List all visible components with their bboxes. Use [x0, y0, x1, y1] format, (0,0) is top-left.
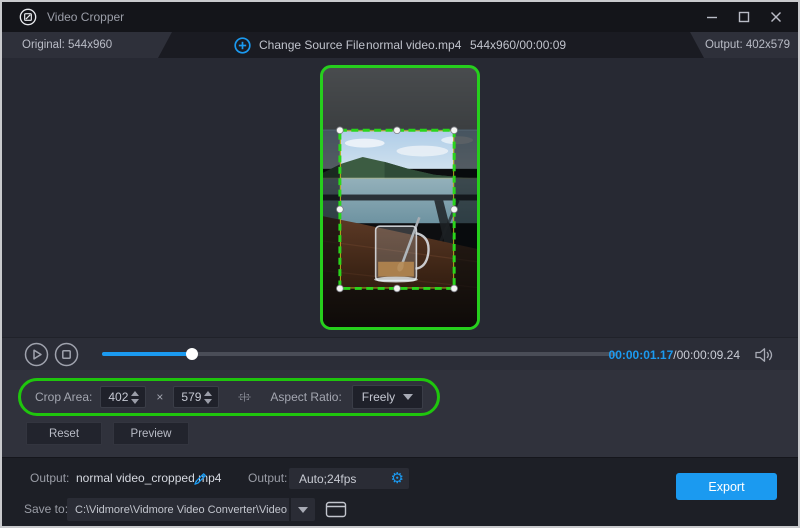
change-source-label: Change Source File: [259, 38, 366, 52]
multiply-sign: ×: [156, 390, 164, 404]
crop-height-stepper[interactable]: [204, 390, 218, 404]
total-duration: 00:00:09.24: [676, 347, 740, 362]
output-bar: Output: normal video_cropped.mp4 Output:…: [2, 457, 798, 526]
aspect-ratio-value: Freely: [361, 390, 396, 404]
app-logo-icon: [19, 8, 37, 26]
aspect-ratio-dropdown[interactable]: Freely: [351, 385, 423, 409]
crop-controls-section: Crop Area: ×: [2, 370, 798, 457]
player-progress-thumb[interactable]: [186, 348, 199, 360]
window-title: Video Cropper: [47, 10, 125, 24]
video-preview-area: [2, 58, 798, 337]
original-resolution-tab: Original: 544x960: [2, 32, 172, 58]
reset-button[interactable]: Reset: [26, 422, 102, 445]
output-format-label: Output:: [248, 471, 288, 485]
preview-button[interactable]: Preview: [113, 422, 189, 445]
play-button[interactable]: [24, 342, 49, 367]
window-controls: [700, 2, 788, 32]
aspect-ratio-label: Aspect Ratio:: [270, 390, 342, 404]
crop-width-stepper[interactable]: [131, 390, 145, 404]
crop-area-label: Crop Area:: [35, 390, 93, 404]
output-resolution-label: Output: 402x579: [704, 39, 790, 51]
original-resolution-label: Original: 544x960: [22, 39, 113, 51]
video-frame: [320, 65, 480, 330]
maximize-icon[interactable]: [732, 5, 756, 29]
crop-height-field: [173, 386, 220, 408]
video-cropper-window: Video Cropper Original: 544x960 Change S…: [0, 0, 800, 528]
spin-down-icon[interactable]: [131, 398, 140, 404]
crop-height-input[interactable]: [174, 390, 205, 404]
output-name-label: Output:: [30, 471, 70, 485]
spin-up-icon[interactable]: [131, 390, 140, 396]
crop-center-icon: [238, 392, 252, 402]
current-file-meta: 544x960/00:00:09: [470, 38, 567, 52]
player-progress-fill: [102, 352, 193, 356]
output-format-value: Auto;24fps: [299, 471, 357, 486]
output-resolution-tab: Output: 402x579: [690, 32, 798, 58]
info-bar: Original: 544x960 Change Source File nor…: [2, 32, 798, 58]
save-to-row: Save to: C:\Vidmore\Vidmore Video Conver…: [2, 498, 798, 521]
volume-icon[interactable]: [754, 345, 774, 365]
action-buttons-row: Reset Preview: [26, 422, 189, 445]
format-settings-gear-icon[interactable]: ⚙: [391, 471, 404, 486]
chevron-down-icon: [298, 506, 308, 513]
save-path-dropdown[interactable]: [291, 498, 315, 521]
change-source-file-button[interactable]: Change Source File: [234, 32, 365, 58]
crop-settings-row: Crop Area: ×: [18, 378, 440, 416]
current-time: 00:00:01.17: [608, 347, 674, 362]
edit-filename-icon[interactable]: [192, 470, 209, 487]
stop-button[interactable]: [54, 342, 79, 367]
save-path-field[interactable]: C:\Vidmore\Vidmore Video Converter\Video…: [67, 498, 289, 521]
close-icon[interactable]: [764, 5, 788, 29]
current-file-name: normal video.mp4: [366, 38, 462, 52]
video-content: [323, 68, 477, 327]
seek-slider[interactable]: [102, 348, 617, 360]
crop-width-input[interactable]: [101, 390, 132, 404]
export-button[interactable]: Export: [676, 473, 777, 500]
spin-down-icon[interactable]: [204, 398, 213, 404]
save-to-label: Save to:: [24, 502, 69, 516]
output-format-field[interactable]: Auto;24fps ⚙: [289, 468, 409, 489]
crop-width-field: [100, 386, 147, 408]
add-icon: [234, 36, 251, 54]
minimize-icon[interactable]: [700, 5, 724, 29]
spin-up-icon[interactable]: [204, 390, 213, 396]
player-bar: 00:00:01.17/00:00:09.24: [2, 337, 798, 370]
time-display: 00:00:01.17/00:00:09.24: [609, 338, 740, 371]
chevron-down-icon: [403, 394, 413, 400]
open-folder-icon[interactable]: [325, 500, 347, 519]
title-bar: Video Cropper: [2, 2, 798, 32]
save-path-value: C:\Vidmore\Vidmore Video Converter\Video…: [75, 503, 289, 516]
